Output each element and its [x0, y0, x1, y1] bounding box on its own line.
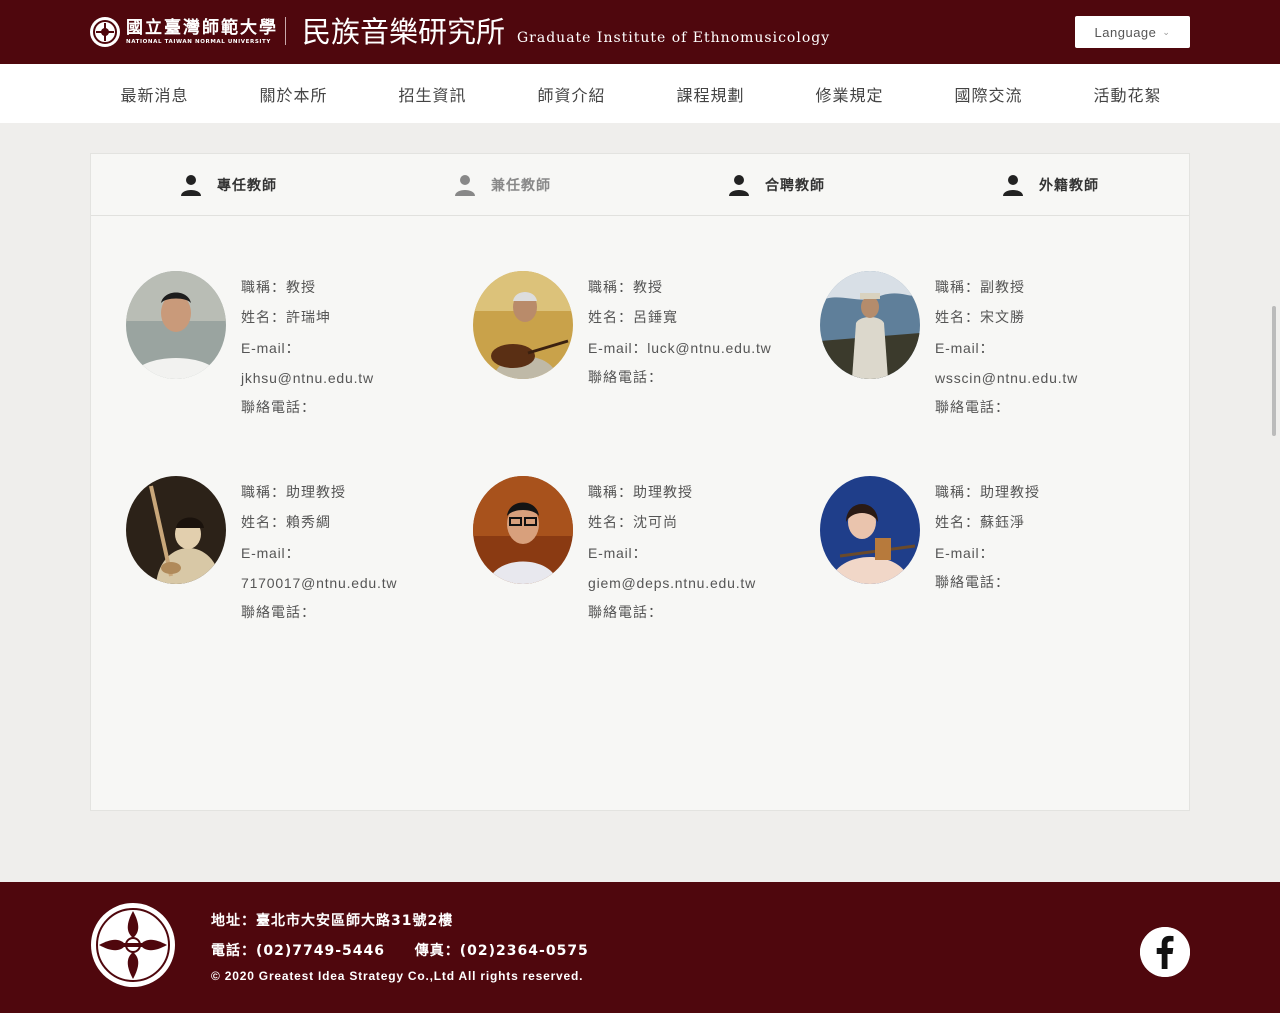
faculty-photo[interactable]: [820, 271, 920, 379]
faculty-name: 姓名：賴秀綢: [241, 515, 331, 531]
nav-item-regulations[interactable]: 修業規定: [780, 64, 919, 123]
person-icon: [1003, 175, 1023, 196]
nav-item-about[interactable]: 關於本所: [224, 64, 363, 123]
main-nav: 最新消息 關於本所 招生資訊 師資介紹 課程規劃 修業規定 國際交流 活動花絮: [0, 64, 1280, 123]
university-name-zh: 國立臺灣師範大學: [126, 18, 278, 38]
faculty-phone-label: 聯絡電話：: [241, 400, 316, 416]
faculty-name: 姓名：沈可尚: [588, 515, 678, 531]
faculty-card[interactable]: 職稱：助理教授 姓名：賴秀綢 E-mail： 7170017@ntnu.edu.…: [126, 476, 466, 646]
faculty-name: 姓名：蘇鈺淨: [935, 515, 1025, 531]
faculty-email-label: E-mail：: [588, 545, 648, 561]
nav-item-faculty[interactable]: 師資介紹: [502, 64, 641, 123]
faculty-email-label: E-mail：: [241, 340, 301, 356]
nav-item-news[interactable]: 最新消息: [85, 64, 224, 123]
tab-label: 合聘教師: [765, 178, 825, 194]
university-name-en: NATIONAL TAIWAN NORMAL UNIVERSITY: [126, 39, 271, 45]
facebook-link[interactable]: [1140, 927, 1190, 977]
faculty-card[interactable]: 職稱：副教授 姓名：宋文勝 E-mail： wsscin@ntnu.edu.tw…: [820, 271, 1160, 441]
top-bar: 國立臺灣師範大學 NATIONAL TAIWAN NORMAL UNIVERSI…: [0, 0, 1280, 64]
university-emblem-icon: [91, 903, 175, 987]
faculty-email[interactable]: wsscin@ntnu.edu.tw: [935, 363, 1165, 393]
tab-full-time[interactable]: 專任教師: [91, 154, 365, 216]
footer-address: 地址：臺北市大安區師大路31號2樓: [211, 913, 454, 929]
faculty-email[interactable]: jkhsu@ntnu.edu.tw: [241, 363, 471, 393]
faculty-card[interactable]: 職稱：教授 姓名：許瑞坤 E-mail： jkhsu@ntnu.edu.tw 聯…: [126, 271, 466, 441]
language-dropdown[interactable]: Language ⌄: [1075, 16, 1190, 48]
nav-item-international[interactable]: 國際交流: [919, 64, 1058, 123]
faculty-panel: 專任教師 兼任教師 合聘教師 外籍教師 職稱：教授 姓名：許瑞坤 E-mail：…: [90, 153, 1190, 811]
tab-label: 兼任教師: [491, 178, 551, 194]
faculty-phone-label: 聯絡電話：: [241, 605, 316, 621]
tab-label: 專任教師: [217, 178, 277, 194]
faculty-photo[interactable]: [473, 476, 573, 584]
faculty-phone-label: 聯絡電話：: [588, 605, 663, 621]
university-seal-icon: [90, 17, 120, 47]
faculty-tabs: 專任教師 兼任教師 合聘教師 外籍教師: [91, 154, 1189, 216]
tab-joint-appointment[interactable]: 合聘教師: [639, 154, 913, 216]
institute-title-zh[interactable]: 民族音樂研究所: [302, 14, 505, 50]
faculty-card[interactable]: 職稱：助理教授 姓名：蘇鈺淨 E-mail： 聯絡電話：: [820, 476, 1160, 646]
faculty-title: 職稱：教授: [588, 280, 663, 296]
nav-item-curriculum[interactable]: 課程規劃: [641, 64, 780, 123]
faculty-card[interactable]: 職稱：教授 姓名：呂錘寬 E-mail：luck@ntnu.edu.tw 聯絡電…: [473, 271, 813, 441]
faculty-name: 姓名：呂錘寬: [588, 310, 678, 326]
nav-item-admissions[interactable]: 招生資訊: [363, 64, 502, 123]
faculty-email-label: E-mail：: [241, 545, 301, 561]
faculty-phone-label: 聯絡電話：: [935, 400, 1010, 416]
faculty-email-label: E-mail：: [935, 340, 995, 356]
faculty-title: 職稱：教授: [241, 280, 316, 296]
person-icon: [729, 175, 749, 196]
faculty-phone-label: 聯絡電話：: [588, 370, 663, 386]
faculty-name: 姓名：許瑞坤: [241, 310, 331, 326]
footer-contact: 電話：(02)7749-5446 傳真：(02)2364-0575: [211, 940, 589, 960]
faculty-email[interactable]: E-mail：luck@ntnu.edu.tw: [588, 333, 818, 363]
chevron-down-icon: ⌄: [1162, 26, 1171, 37]
tab-foreign[interactable]: 外籍教師: [913, 154, 1187, 216]
faculty-phone-label: 聯絡電話：: [935, 575, 1010, 591]
scrollbar-thumb[interactable]: [1272, 306, 1276, 436]
footer-copyright: © 2020 Greatest Idea Strategy Co.,Ltd Al…: [211, 969, 584, 983]
footer-fax: 傳真：(02)2364-0575: [414, 943, 589, 959]
facebook-icon: [1140, 927, 1190, 977]
person-icon: [455, 175, 475, 196]
title-divider: [285, 17, 286, 45]
language-label: Language: [1094, 24, 1157, 40]
footer: 地址：臺北市大安區師大路31號2樓 電話：(02)7749-5446 傳真：(0…: [0, 882, 1280, 1013]
faculty-photo[interactable]: [126, 271, 226, 379]
faculty-email[interactable]: giem@deps.ntnu.edu.tw: [588, 568, 818, 598]
faculty-photo[interactable]: [473, 271, 573, 379]
person-icon: [181, 175, 201, 196]
faculty-title: 職稱：副教授: [935, 280, 1025, 296]
faculty-title: 職稱：助理教授: [935, 485, 1040, 501]
faculty-email[interactable]: 7170017@ntnu.edu.tw: [241, 568, 471, 598]
university-logo[interactable]: 國立臺灣師範大學 NATIONAL TAIWAN NORMAL UNIVERSI…: [90, 16, 278, 48]
institute-title-en: Graduate Institute of Ethnomusicology: [517, 30, 831, 46]
footer-phone: 電話：(02)7749-5446: [211, 943, 386, 959]
faculty-card[interactable]: 職稱：助理教授 姓名：沈可尚 E-mail： giem@deps.ntnu.ed…: [473, 476, 813, 646]
tab-label: 外籍教師: [1039, 178, 1099, 194]
faculty-title: 職稱：助理教授: [241, 485, 346, 501]
faculty-title: 職稱：助理教授: [588, 485, 693, 501]
nav-item-activities[interactable]: 活動花絮: [1058, 64, 1197, 123]
faculty-name: 姓名：宋文勝: [935, 310, 1025, 326]
faculty-email-label: E-mail：: [935, 545, 995, 561]
faculty-photo[interactable]: [820, 476, 920, 584]
faculty-photo[interactable]: [126, 476, 226, 584]
tab-part-time[interactable]: 兼任教師: [365, 154, 639, 216]
